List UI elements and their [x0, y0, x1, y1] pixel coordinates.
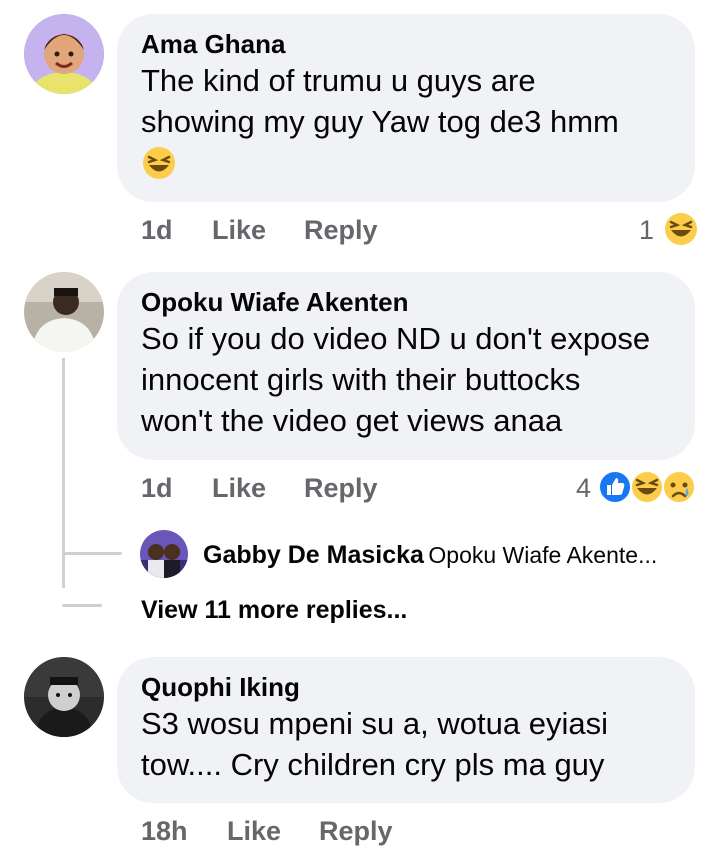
comment-author[interactable]: Opoku Wiafe Akenten: [141, 286, 671, 318]
reaction-count[interactable]: 4: [576, 473, 591, 504]
like-button[interactable]: Like: [212, 215, 266, 246]
laughing-emoji-icon: [143, 147, 175, 179]
comment-text-line: won't the video get views anaa: [141, 403, 563, 438]
avatar-photo: [24, 272, 104, 352]
sad-emoji-icon[interactable]: [662, 470, 696, 504]
comment-text-line: The kind of trumu u guys are: [141, 63, 536, 98]
comment-time[interactable]: 1d: [141, 473, 173, 504]
like-button[interactable]: Like: [212, 473, 266, 504]
avatar[interactable]: [24, 14, 104, 94]
comment-time[interactable]: 1d: [141, 215, 173, 246]
laughing-emoji-icon[interactable]: [664, 212, 698, 246]
avatar-photo: [140, 530, 188, 578]
comment-bubble: Opoku Wiafe Akenten So if you do video N…: [117, 272, 695, 460]
view-more-replies-link[interactable]: View 11 more replies...: [141, 596, 407, 625]
reply-button[interactable]: Reply: [319, 816, 393, 847]
thread-connector: [62, 604, 102, 607]
avatar-photo: [24, 657, 104, 737]
comment-author[interactable]: Quophi Iking: [141, 671, 671, 703]
comment-bubble: Quophi Iking S3 wosu mpeni su a, wotua e…: [117, 657, 695, 803]
laughing-emoji-icon[interactable]: [630, 470, 664, 504]
comment-text-line: tow.... Cry children cry pls ma guy: [141, 747, 605, 782]
comment-text-line: So if you do video ND u don't expose: [141, 321, 651, 356]
like-emoji-icon[interactable]: [598, 470, 632, 504]
avatar[interactable]: [24, 657, 104, 737]
comment-author[interactable]: Ama Ghana: [141, 28, 671, 60]
avatar-photo: [24, 14, 104, 94]
reply-button[interactable]: Reply: [304, 473, 378, 504]
like-button[interactable]: Like: [227, 816, 281, 847]
avatar[interactable]: [24, 272, 104, 352]
comment-text-line: S3 wosu mpeni su a, wotua eyiasi: [141, 706, 608, 741]
comment-text-line: innocent girls with their buttocks: [141, 362, 581, 397]
reply-author[interactable]: Gabby De Masicka: [203, 541, 424, 569]
avatar[interactable]: [140, 530, 188, 578]
comment-bubble: Ama Ghana The kind of trumu u guys are s…: [117, 14, 695, 202]
reply-button[interactable]: Reply: [304, 215, 378, 246]
reaction-count[interactable]: 1: [639, 215, 654, 246]
comment-time[interactable]: 18h: [141, 816, 188, 847]
thread-connector: [62, 552, 122, 555]
comment-text-line: showing my guy Yaw tog de3 hmm: [141, 104, 619, 139]
reply-snippet: Opoku Wiafe Akente...: [428, 542, 658, 568]
